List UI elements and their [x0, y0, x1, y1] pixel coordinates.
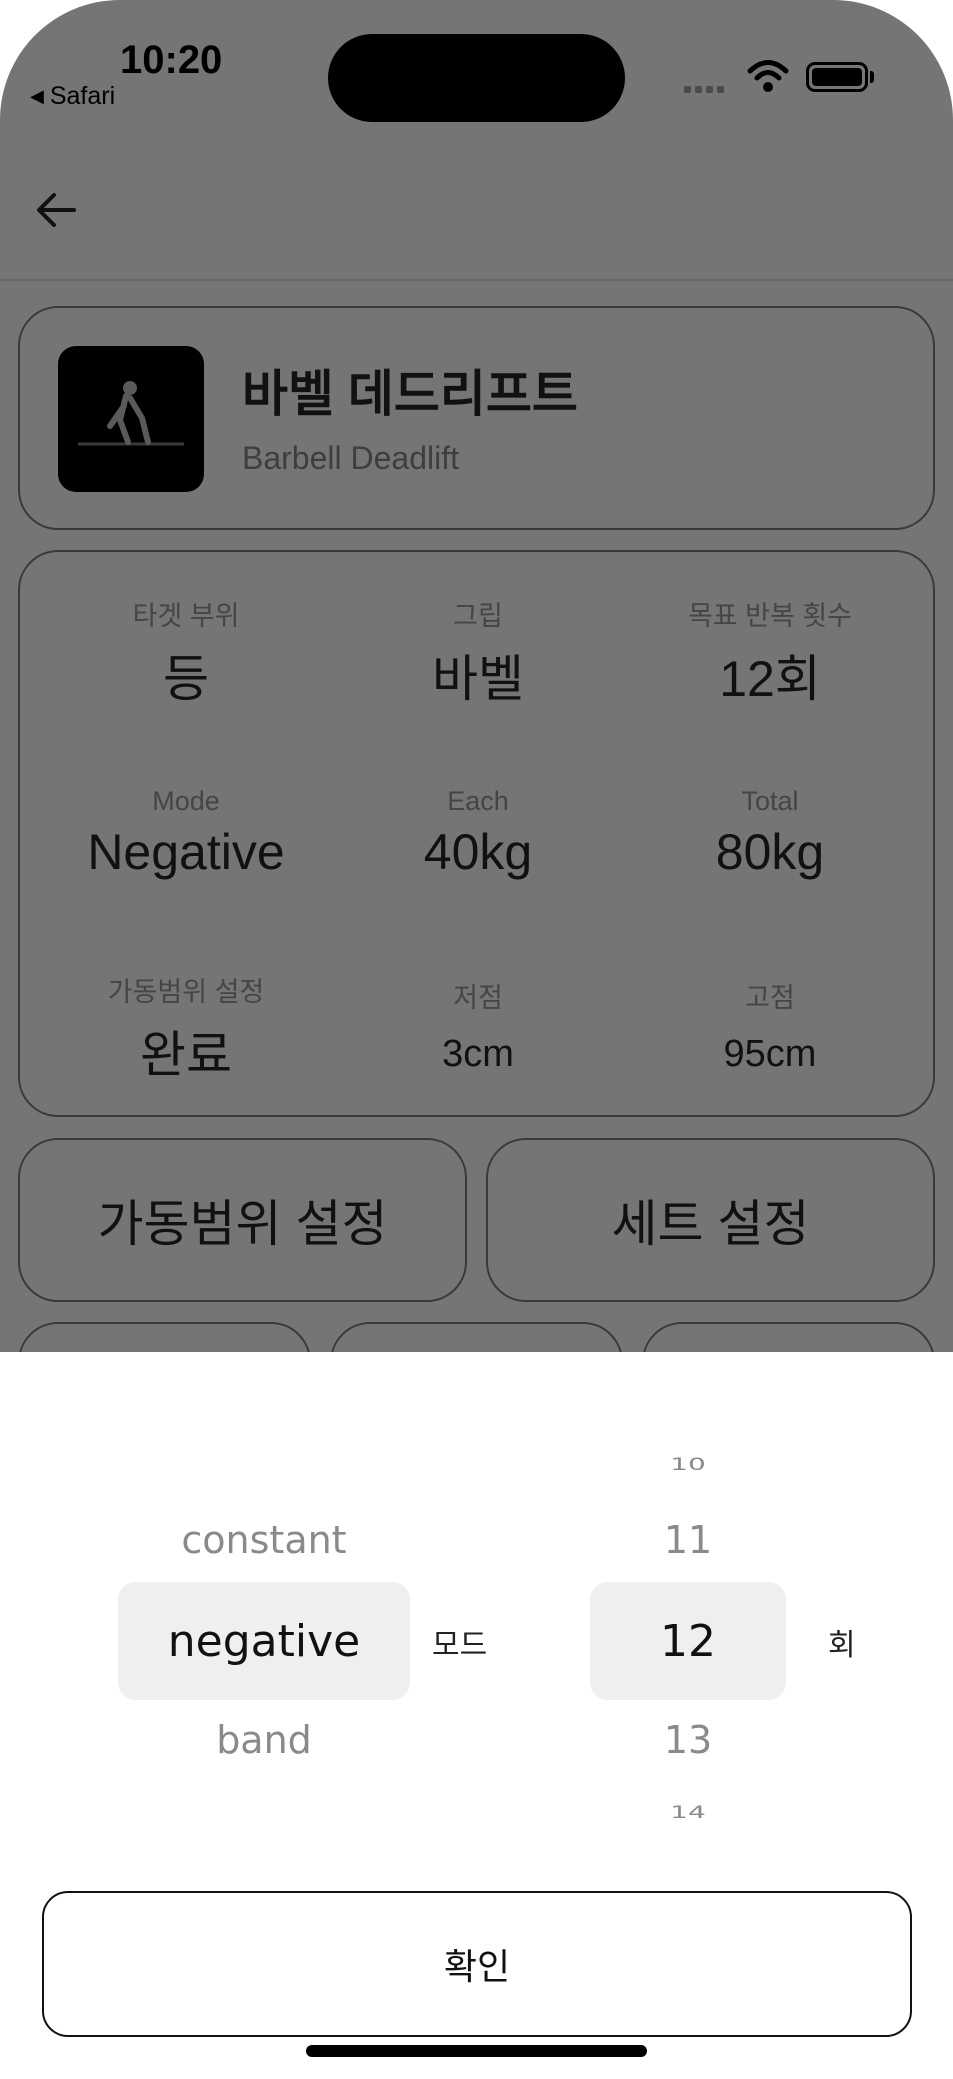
reps-option-11[interactable]: 11 — [590, 1518, 786, 1562]
hidden-card-1 — [18, 1322, 311, 1352]
each-value: 40kg — [423, 824, 533, 880]
status-time: 10:20 — [120, 38, 223, 82]
rom-label: 가동범위 설정 — [107, 977, 265, 1007]
confirm-button[interactable]: 확인 — [42, 1891, 912, 2037]
back-to-app-link[interactable]: ◀ Safari — [30, 82, 115, 111]
reps-cell: 목표 반복 횟수 12회 — [625, 594, 915, 711]
mode-unit-label: 모드 — [432, 1629, 488, 1662]
reps-option-14[interactable]: 14 — [590, 1803, 786, 1823]
battery-icon — [806, 62, 868, 92]
total-cell: Total 80kg — [625, 786, 915, 881]
high-point-cell: 고점 95cm — [625, 976, 915, 1076]
reps-unit-label: 회 — [828, 1629, 856, 1662]
exercise-name: 바벨 데드리프트 — [242, 366, 578, 422]
wifi-icon — [747, 60, 789, 92]
rom-value: 완료 — [140, 1027, 232, 1083]
exercise-info-card: 타겟 부위 등 그립 바벨 목표 반복 횟수 12회 Mode Negative… — [18, 550, 935, 1117]
high-point-label: 고점 — [745, 983, 795, 1013]
home-indicator[interactable] — [306, 2045, 647, 2057]
mode-cell: Mode Negative — [41, 786, 331, 881]
reps-option-13[interactable]: 13 — [590, 1718, 786, 1762]
each-label: Each — [447, 786, 509, 816]
mode-value: Negative — [87, 824, 285, 880]
back-arrow-icon[interactable] — [34, 188, 78, 232]
set-setting-button[interactable]: 세트 설정 — [486, 1138, 935, 1302]
phone-screen: 10:20 ◀ Safari 바벨 데드리프트 Barbell Deadlift… — [0, 0, 953, 2079]
total-label: Total — [741, 786, 799, 816]
exercise-thumbnail — [58, 346, 204, 492]
low-point-label: 저점 — [453, 983, 503, 1013]
reps-option-10[interactable]: 10 — [590, 1455, 786, 1475]
hidden-card-3 — [642, 1322, 935, 1352]
high-point-value: 95cm — [723, 1033, 817, 1075]
mode-label: Mode — [152, 786, 220, 816]
mode-option-negative[interactable]: negative — [118, 1616, 410, 1667]
target-value: 등 — [163, 651, 209, 707]
exercise-english-name: Barbell Deadlift — [242, 440, 459, 476]
back-app-label: Safari — [49, 82, 116, 110]
reps-value: 12회 — [719, 651, 821, 707]
back-triangle-icon: ◀ — [30, 86, 44, 106]
dynamic-island — [328, 34, 625, 122]
mode-option-constant[interactable]: constant — [118, 1518, 410, 1562]
grip-cell: 그립 바벨 — [333, 594, 623, 711]
battery-tip — [870, 71, 874, 83]
exercise-card: 바벨 데드리프트 Barbell Deadlift — [18, 306, 935, 530]
reps-label: 목표 반복 횟수 — [687, 601, 853, 631]
hidden-card-2 — [330, 1322, 623, 1352]
signal-icon — [684, 86, 724, 93]
header-divider — [0, 279, 953, 281]
each-cell: Each 40kg — [333, 786, 623, 881]
reps-option-12[interactable]: 12 — [590, 1616, 786, 1667]
total-value: 80kg — [715, 824, 825, 880]
low-point-cell: 저점 3cm — [333, 976, 623, 1076]
dimmed-background-page: 10:20 ◀ Safari 바벨 데드리프트 Barbell Deadlift… — [0, 0, 953, 1352]
mode-option-band[interactable]: band — [118, 1718, 410, 1762]
grip-label: 그립 — [453, 601, 503, 631]
low-point-value: 3cm — [442, 1033, 514, 1075]
target-cell: 타겟 부위 등 — [41, 594, 331, 711]
range-setting-button[interactable]: 가동범위 설정 — [18, 1138, 467, 1302]
grip-value: 바벨 — [432, 651, 524, 707]
rom-cell: 가동범위 설정 완료 — [41, 970, 331, 1087]
target-label: 타겟 부위 — [132, 601, 240, 631]
